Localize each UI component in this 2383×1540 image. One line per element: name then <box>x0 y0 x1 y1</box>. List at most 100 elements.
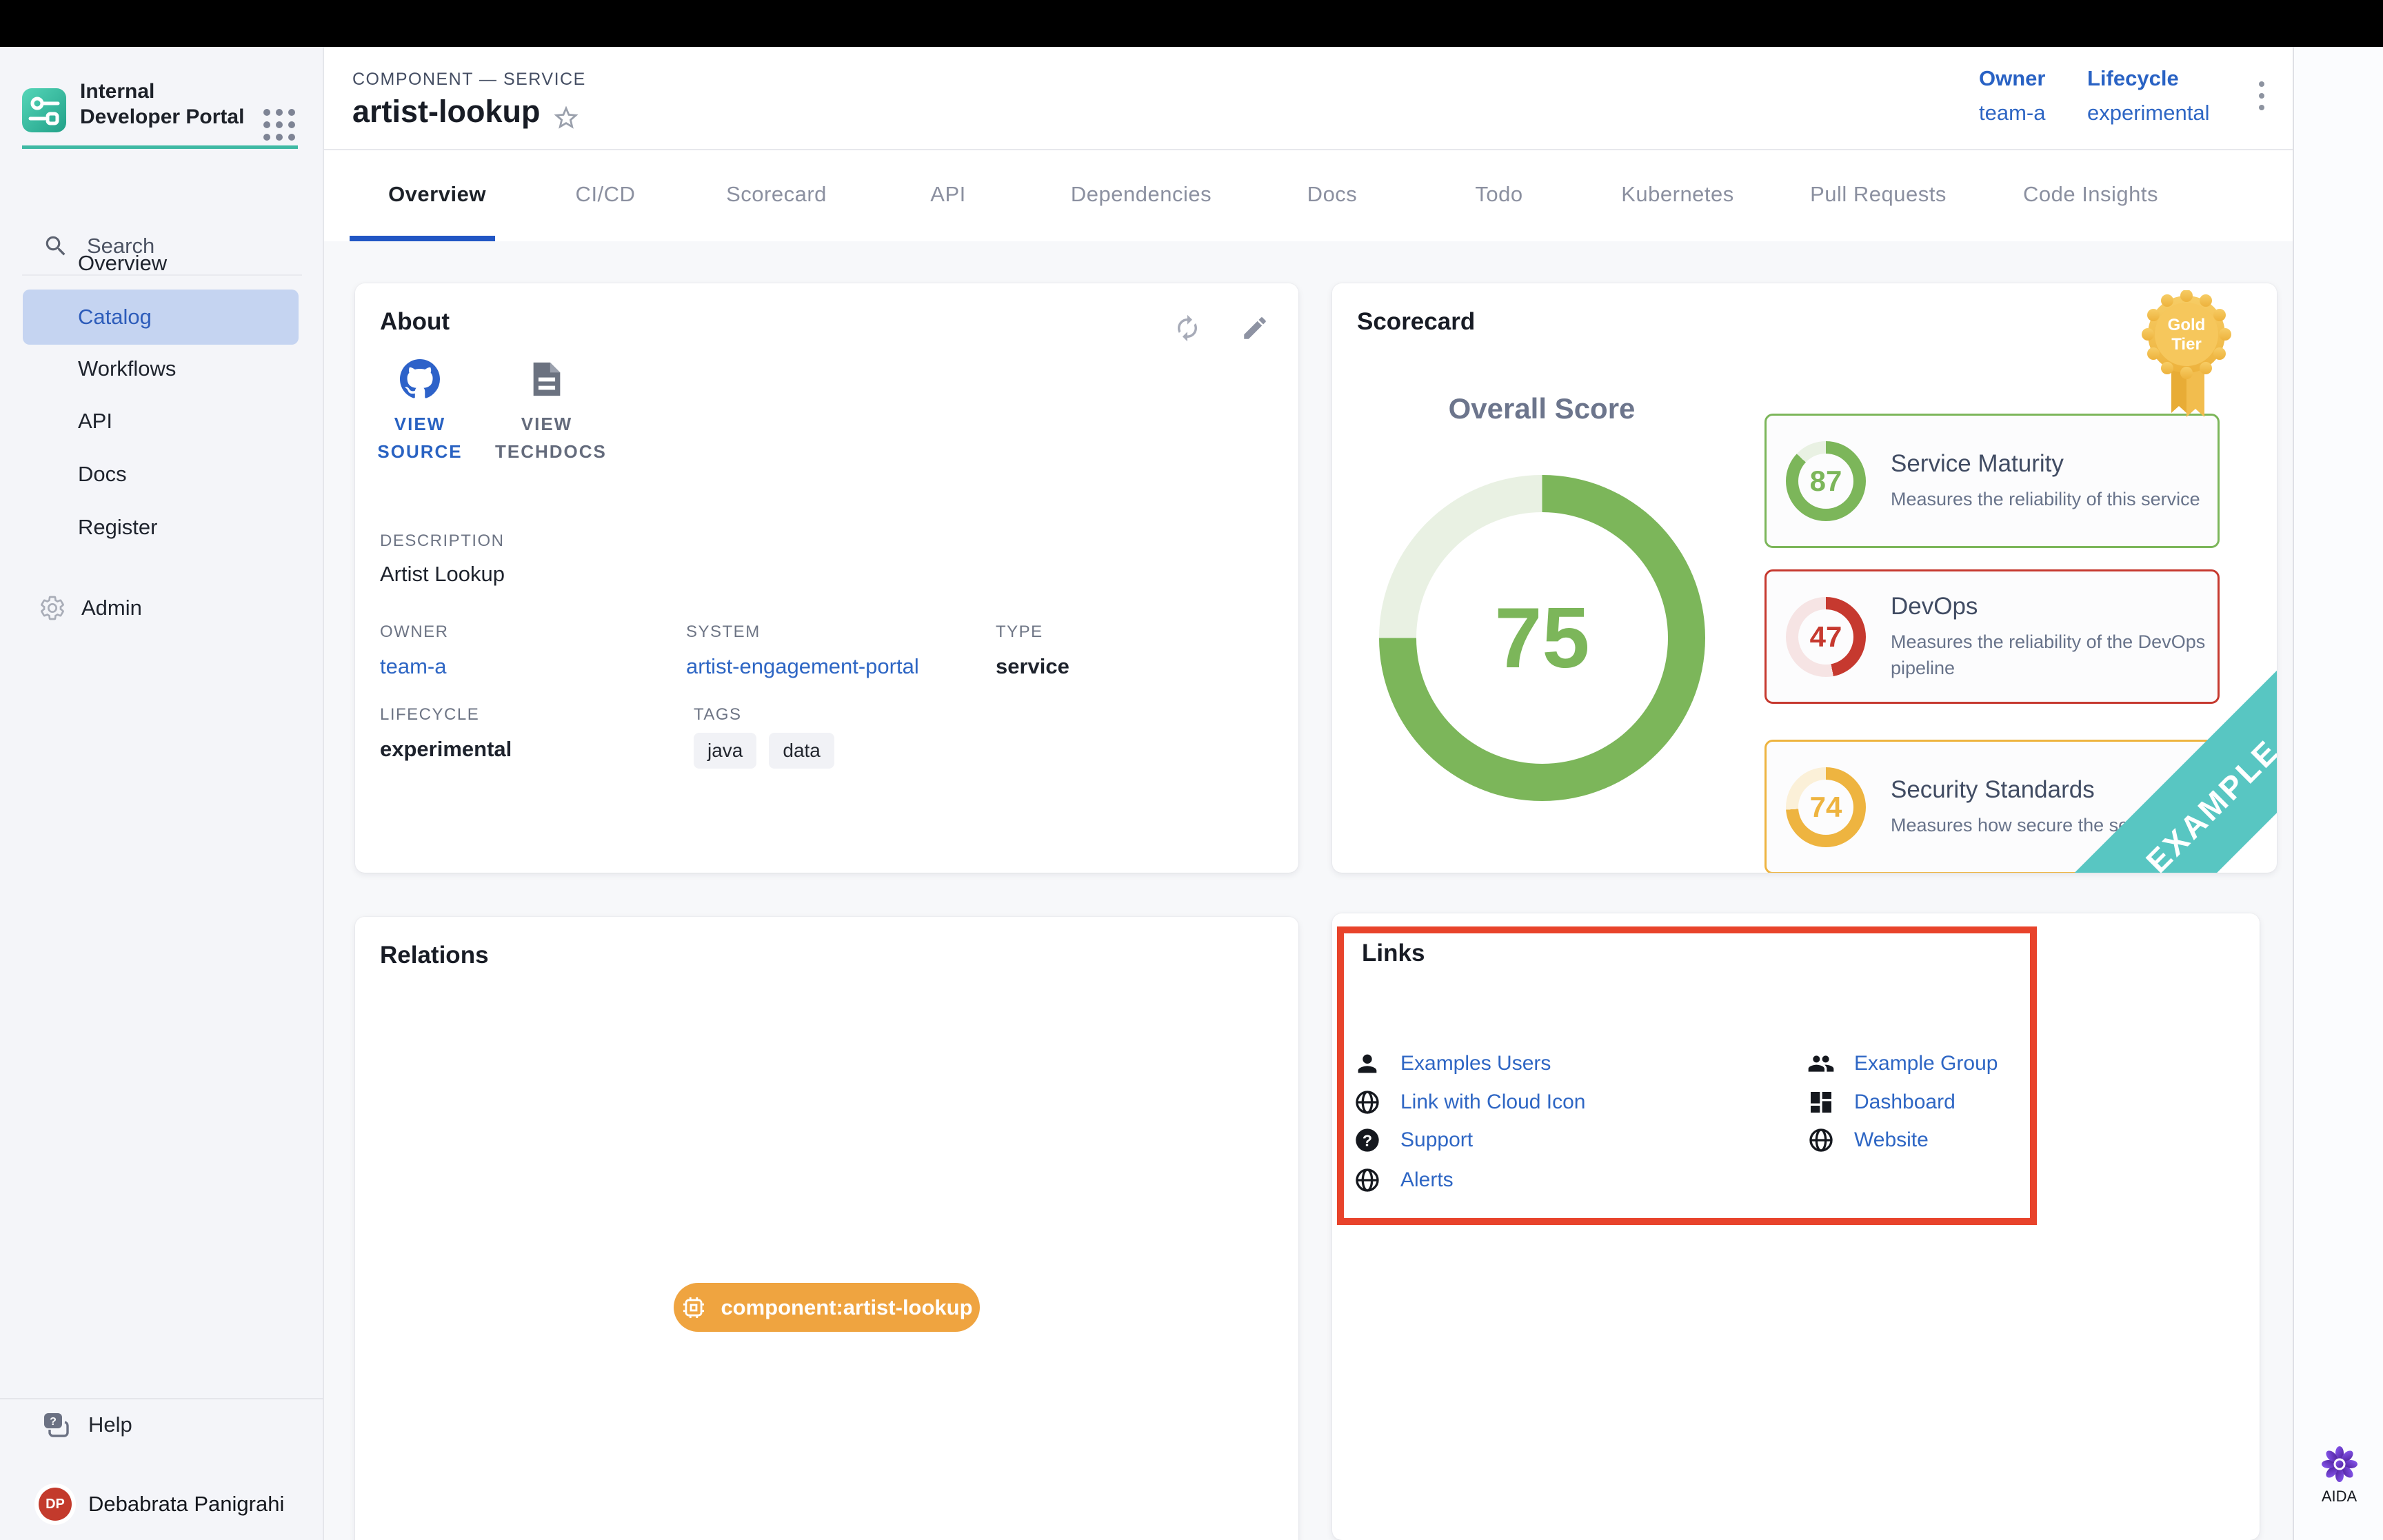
type-label: TYPE <box>996 622 1043 642</box>
view-techdocs-button[interactable]: VIEW TECHDOCS <box>495 359 599 465</box>
lifecycle-label: Lifecycle <box>2087 66 2209 91</box>
main-page: COMPONENT — SERVICE artist-lookup Owner … <box>324 47 2293 1540</box>
description-value: Artist Lookup <box>380 562 505 587</box>
scorecard-card: Scorecard Overall Score 75 87 Service Ma… <box>1332 283 2277 873</box>
portal-logo-icon[interactable] <box>22 88 66 132</box>
scorecard-title: Scorecard <box>1357 308 1475 336</box>
owner-label: OWNER <box>380 622 449 642</box>
tab-todo[interactable]: Todo <box>1475 182 1522 207</box>
aida-widget[interactable]: AIDA <box>2294 1445 2383 1506</box>
score-item-title: Service Maturity <box>1891 450 2200 478</box>
score-item-desc: Measures how secure the ser <box>1891 812 2135 838</box>
content-area: About VIEW SOURCE <box>324 241 2293 1540</box>
sidebar-item-register[interactable]: Register <box>23 500 299 555</box>
type-value: service <box>996 654 1069 679</box>
sidebar-item-docs[interactable]: Docs <box>23 447 299 502</box>
svg-text:?: ? <box>50 1416 57 1428</box>
help-chat-icon: ? <box>41 1410 70 1439</box>
tab-cicd[interactable]: CI/CD <box>576 182 636 207</box>
highlight-annotation-rectangle <box>1337 926 2037 1225</box>
score-item-title: DevOps <box>1891 593 2215 620</box>
brand-accent-rule <box>22 145 298 149</box>
owner-field: Owner team-a <box>1979 66 2045 125</box>
portal-title: Internal Developer Portal <box>80 79 252 130</box>
score-donut: 47 <box>1786 597 1866 677</box>
score-item-devops[interactable]: 47 DevOps Measures the reliability of th… <box>1764 569 2220 704</box>
user-menu[interactable]: DP Debabrata Panigrahi <box>39 1488 284 1521</box>
description-label: DESCRIPTION <box>380 531 505 551</box>
owner-link[interactable]: team-a <box>380 654 446 679</box>
apps-grid-icon[interactable] <box>259 105 299 145</box>
score-item-desc: Measures the reliability of this service <box>1891 486 2200 512</box>
sidebar-item-overview[interactable]: Overview <box>23 236 299 291</box>
score-donut: 87 <box>1786 441 1866 521</box>
score-item-service-maturity[interactable]: 87 Service Maturity Measures the reliabi… <box>1764 414 2220 548</box>
tab-kubernetes[interactable]: Kubernetes <box>1621 182 1734 207</box>
lifecycle-label: LIFECYCLE <box>380 705 479 725</box>
owner-value[interactable]: team-a <box>1979 101 2045 125</box>
system-label: SYSTEM <box>686 622 761 642</box>
gear-icon <box>39 594 66 622</box>
score-item-title: Security Standards <box>1891 776 2135 804</box>
document-icon <box>495 359 599 399</box>
system-link[interactable]: artist-engagement-portal <box>686 654 919 679</box>
favorite-star-icon[interactable] <box>552 103 581 132</box>
top-black-bar <box>0 0 2383 47</box>
tab-api[interactable]: API <box>930 182 965 207</box>
aida-label: AIDA <box>2294 1488 2383 1506</box>
relations-title: Relations <box>380 942 489 969</box>
edit-pencil-icon[interactable] <box>1240 314 1269 343</box>
tab-pull-requests[interactable]: Pull Requests <box>1810 182 1947 207</box>
sidebar: Internal Developer Portal Search Overvie… <box>0 47 324 1540</box>
lifecycle-field: Lifecycle experimental <box>2087 66 2209 125</box>
gold-tier-badge: Gold Tier <box>2141 290 2232 418</box>
github-icon <box>368 359 472 399</box>
tab-overview[interactable]: Overview <box>388 182 486 207</box>
tab-scorecard[interactable]: Scorecard <box>726 182 827 207</box>
overall-score-donut: 75 <box>1379 475 1705 801</box>
page-title: artist-lookup <box>352 94 541 130</box>
relations-entity-node[interactable]: component:artist-lookup <box>674 1283 980 1332</box>
tab-docs[interactable]: Docs <box>1307 182 1358 207</box>
overall-score-label: Overall Score <box>1449 392 1636 425</box>
help-label: Help <box>88 1412 132 1437</box>
relations-card: Relations component:artist-lookup <box>355 917 1298 1540</box>
lifecycle-value: experimental <box>2087 101 2209 125</box>
sidebar-item-api[interactable]: API <box>23 394 299 449</box>
view-techdocs-label: VIEW TECHDOCS <box>495 410 599 465</box>
sidebar-item-catalog[interactable]: Catalog <box>23 290 299 345</box>
view-source-label: VIEW SOURCE <box>368 410 472 465</box>
help-button[interactable]: ? Help <box>41 1410 132 1439</box>
app-root: Internal Developer Portal Search Overvie… <box>0 0 2383 1540</box>
divider <box>0 1398 324 1399</box>
tag-chip[interactable]: java <box>694 733 756 769</box>
lifecycle-value: experimental <box>380 737 512 762</box>
sidebar-item-admin[interactable]: Admin <box>39 594 142 622</box>
tags-row: java data <box>694 733 834 769</box>
admin-label: Admin <box>81 596 142 620</box>
about-card: About VIEW SOURCE <box>355 283 1298 873</box>
sidebar-item-workflows[interactable]: Workflows <box>23 341 299 396</box>
owner-label: Owner <box>1979 66 2045 91</box>
svg-text:Tier: Tier <box>2171 335 2202 354</box>
about-title: About <box>380 308 450 336</box>
refresh-icon[interactable] <box>1173 314 1202 343</box>
chip-icon <box>681 1295 707 1321</box>
tag-chip[interactable]: data <box>769 733 834 769</box>
svg-text:Gold: Gold <box>2168 316 2206 334</box>
entity-header: COMPONENT — SERVICE artist-lookup Owner … <box>324 47 2293 150</box>
right-gutter: AIDA <box>2293 47 2383 1540</box>
tab-code-insights[interactable]: Code Insights <box>2023 182 2158 207</box>
score-item-desc: Measures the reliability of the DevOps p… <box>1891 629 2215 681</box>
score-donut: 74 <box>1786 767 1866 847</box>
more-options-kebab-icon[interactable] <box>2259 81 2264 116</box>
tags-label: TAGS <box>694 705 742 725</box>
overall-score-value: 75 <box>1495 589 1590 687</box>
entity-node-label: component:artist-lookup <box>721 1295 972 1320</box>
user-name: Debabrata Panigrahi <box>88 1492 284 1517</box>
avatar: DP <box>39 1488 72 1521</box>
view-source-button[interactable]: VIEW SOURCE <box>368 359 472 465</box>
active-tab-indicator <box>350 236 495 241</box>
aida-flower-icon <box>2294 1445 2383 1483</box>
tab-dependencies[interactable]: Dependencies <box>1071 182 1211 207</box>
